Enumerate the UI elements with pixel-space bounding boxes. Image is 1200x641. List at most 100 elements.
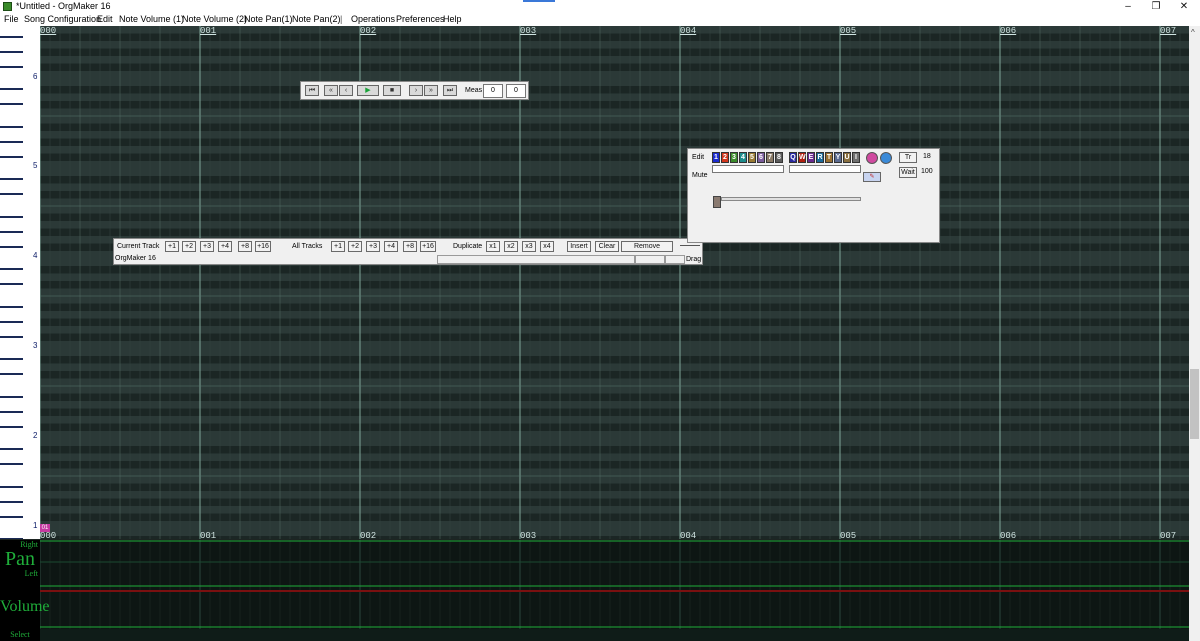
black-key[interactable] [0, 410, 23, 413]
melody-track-6-button[interactable]: 6 [757, 152, 765, 163]
rewind-fast-button[interactable]: « [324, 85, 338, 96]
menu-note-pan-1[interactable]: Note Pan(1) [244, 14, 293, 24]
tool-icon[interactable]: ✎ [863, 172, 881, 182]
menu-note-volume-2[interactable]: Note Volume (2) [182, 14, 247, 24]
melody-track-7-button[interactable]: 7 [766, 152, 774, 163]
melody-track-3-button[interactable]: 3 [730, 152, 738, 163]
black-key[interactable] [0, 448, 23, 450]
black-key[interactable] [0, 395, 23, 398]
forward-button[interactable]: › [409, 85, 423, 96]
black-key[interactable] [0, 335, 23, 338]
drum-track-R-button[interactable]: R [816, 152, 824, 163]
zoom-in-icon[interactable] [866, 152, 878, 164]
volume-grid[interactable] [0, 585, 1189, 629]
drum-track-T-button[interactable]: T [825, 152, 833, 163]
black-key[interactable] [0, 538, 23, 539]
slider-track[interactable] [721, 197, 861, 201]
current-track-plus4-button[interactable]: +4 [218, 241, 232, 252]
drum-track-Y-button[interactable]: Y [834, 152, 842, 163]
duplicate-x2-button[interactable]: x2 [504, 241, 518, 252]
black-key[interactable] [0, 193, 23, 195]
black-key[interactable] [0, 283, 23, 285]
black-key[interactable] [0, 65, 23, 68]
note-grid[interactable] [40, 26, 1189, 539]
menu-preferences[interactable]: Preferences [396, 14, 445, 24]
black-key[interactable] [0, 155, 23, 158]
menu-note-pan-2[interactable]: Note Pan(2) [292, 14, 341, 24]
melody-track-8-button[interactable]: 8 [775, 152, 783, 163]
black-key[interactable] [0, 245, 23, 248]
duplicate-x1-button[interactable]: x1 [486, 241, 500, 252]
piano-keyboard[interactable]: 6 5 4 3 2 1 [0, 26, 40, 539]
remove-button[interactable]: Remove [621, 241, 673, 252]
slider-handle[interactable] [713, 196, 721, 208]
forward-fast-button[interactable]: » [424, 85, 438, 96]
insert-button[interactable]: Insert [567, 241, 591, 252]
black-key[interactable] [0, 320, 23, 323]
duplicate-x3-button[interactable]: x3 [522, 241, 536, 252]
menu-song-configuration[interactable]: Song Configuration [24, 14, 101, 24]
play-button[interactable]: ▶ [357, 85, 379, 96]
current-track-plus2-button[interactable]: +2 [182, 241, 196, 252]
black-key[interactable] [0, 500, 23, 503]
volume-panel[interactable]: Volume [0, 585, 1189, 629]
black-key[interactable] [0, 305, 23, 308]
all-tracks-plus1-button[interactable]: +1 [331, 241, 345, 252]
melody-track-5-button[interactable]: 5 [748, 152, 756, 163]
duplicate-x4-button[interactable]: x4 [540, 241, 554, 252]
clear-button[interactable]: Clear [595, 241, 619, 252]
black-key[interactable] [0, 373, 23, 375]
drum-mute-row[interactable] [789, 165, 861, 173]
black-key[interactable] [0, 88, 23, 90]
black-key[interactable] [0, 230, 23, 233]
all-tracks-plus16-button[interactable]: +16 [420, 241, 436, 252]
menu-operations[interactable]: Operations [351, 14, 395, 24]
melody-track-4-button[interactable]: 4 [739, 152, 747, 163]
wait-button[interactable]: Wait [899, 167, 917, 178]
rewind-button[interactable]: ‹ [339, 85, 353, 96]
black-key[interactable] [0, 50, 23, 53]
tr-button[interactable]: Tr [899, 152, 917, 163]
black-key[interactable] [0, 485, 23, 488]
menu-edit[interactable]: Edit [97, 14, 113, 24]
black-key[interactable] [0, 178, 23, 180]
black-key[interactable] [0, 103, 23, 105]
all-tracks-plus8-button[interactable]: +8 [403, 241, 417, 252]
first-measure-button[interactable]: ⏮ [305, 85, 319, 96]
zoom-out-icon[interactable] [880, 152, 892, 164]
current-track-plus16-button[interactable]: +16 [255, 241, 271, 252]
pan-panel[interactable]: Right Pan Left [0, 540, 1189, 585]
maximize-button[interactable]: ❐ [1142, 0, 1170, 13]
minimize-button[interactable]: – [1114, 0, 1142, 13]
drum-track-U-button[interactable]: U [843, 152, 851, 163]
drum-track-I-button[interactable]: I [852, 152, 860, 163]
black-key[interactable] [0, 215, 23, 218]
menu-file[interactable]: File [4, 14, 19, 24]
black-key[interactable] [0, 35, 23, 38]
menu-note-volume-1[interactable]: Note Volume (1) [119, 14, 184, 24]
all-tracks-plus2-button[interactable]: +2 [348, 241, 362, 252]
black-key[interactable] [0, 125, 23, 128]
current-track-plus1-button[interactable]: +1 [165, 241, 179, 252]
last-measure-button[interactable]: ⏭ [443, 85, 457, 96]
drum-track-E-button[interactable]: E [807, 152, 815, 163]
piano-roll[interactable]: 000 001 002 003 004 005 006 007 000 001 … [40, 26, 1189, 539]
pan-grid[interactable] [0, 540, 1189, 585]
melody-mute-row[interactable] [712, 165, 784, 173]
scroll-up-icon[interactable]: ^ [1191, 28, 1195, 37]
menu-help[interactable]: Help [443, 14, 462, 24]
current-track-plus3-button[interactable]: +3 [200, 241, 214, 252]
all-tracks-plus4-button[interactable]: +4 [384, 241, 398, 252]
black-key[interactable] [0, 140, 23, 143]
drum-track-W-button[interactable]: W [798, 152, 806, 163]
select-strip[interactable]: Select [0, 629, 1189, 641]
drag-label[interactable]: Drag [686, 256, 701, 263]
scrollbar-thumb[interactable] [1190, 369, 1199, 439]
black-key[interactable] [0, 268, 23, 270]
drum-track-Q-button[interactable]: Q [789, 152, 797, 163]
vertical-scrollbar[interactable]: ^ [1189, 26, 1200, 641]
melody-track-1-button[interactable]: 1 [712, 152, 720, 163]
black-key[interactable] [0, 425, 23, 428]
melody-track-2-button[interactable]: 2 [721, 152, 729, 163]
black-key[interactable] [0, 515, 23, 518]
